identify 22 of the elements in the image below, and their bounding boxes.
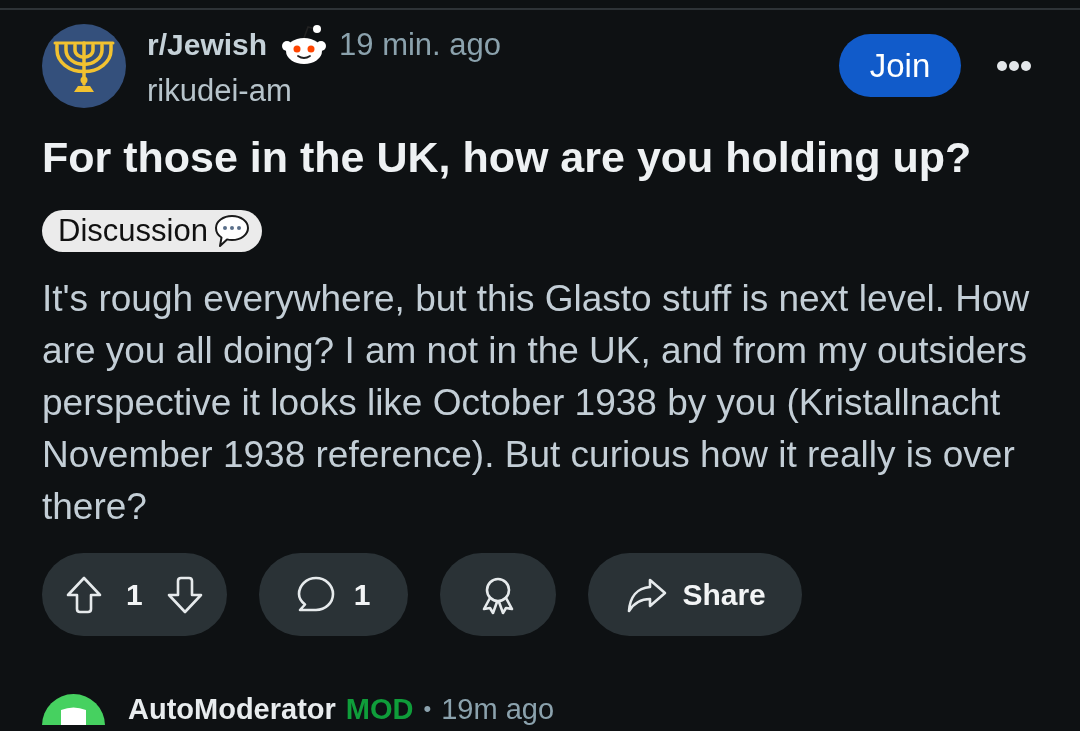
vote-count: 1 — [126, 577, 143, 612]
comments-button[interactable]: 1 — [258, 553, 409, 636]
speech-bubble-icon — [213, 214, 250, 248]
up-arrow-icon — [64, 574, 104, 615]
join-button[interactable]: Join — [839, 34, 961, 97]
flair-text: Discussion — [58, 213, 208, 249]
comment-author[interactable]: AutoModerator — [128, 694, 336, 724]
post-time: 19 min. ago — [339, 27, 502, 63]
shield-avatar-icon — [42, 694, 105, 725]
mod-label: MOD — [345, 694, 414, 724]
more-button[interactable] — [996, 60, 1032, 72]
more-icon — [996, 60, 1032, 72]
post-body: It's rough everywhere, but this Glasto stuff is next level. How are you all doing? I am not in the UK, and from my outsiders perspective it looks like October 1938 by you (Kristallnacht November 1938 reference). But curious how it really is over there? — [42, 277, 1031, 529]
separator-dot: • — [423, 695, 432, 723]
comment-time: 19m ago — [441, 694, 555, 724]
menorah-icon — [42, 24, 126, 108]
author-name[interactable]: rikudei-am — [147, 70, 839, 112]
upvote-button[interactable] — [64, 574, 104, 615]
post-title: For those in the UK, how are you holding up? — [42, 132, 973, 182]
alien-head-icon — [281, 24, 328, 66]
share-button[interactable]: Share — [588, 553, 802, 636]
subreddit-name[interactable]: r/Jewish — [147, 28, 268, 62]
